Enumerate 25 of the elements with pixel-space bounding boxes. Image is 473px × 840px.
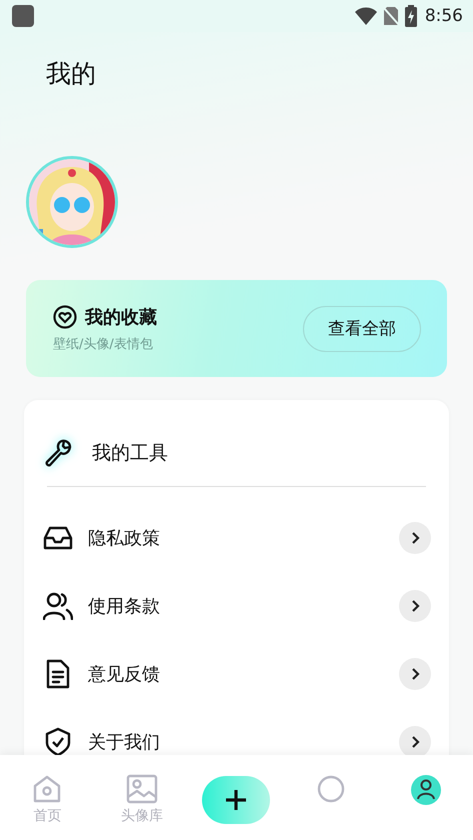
menu-item-label[interactable]: 隐私政策 bbox=[88, 526, 399, 550]
chevron-icon bbox=[399, 522, 431, 554]
chevron-icon bbox=[399, 590, 431, 622]
add-button[interactable] bbox=[202, 776, 270, 824]
status-time: 8:56 bbox=[424, 6, 463, 26]
tools-title: 我的工具 bbox=[92, 441, 168, 466]
no-sim-icon bbox=[382, 6, 399, 26]
chevron-icon bbox=[399, 726, 431, 755]
menu-item-label[interactable]: 意见反馈 bbox=[88, 662, 399, 686]
inbox-icon bbox=[43, 525, 73, 551]
shield-icon bbox=[45, 727, 71, 755]
view-all-button[interactable]: 查看全部 bbox=[303, 306, 421, 352]
users-icon bbox=[43, 592, 73, 620]
favorites-subtitle: 壁纸/头像/表情包 bbox=[53, 336, 154, 352]
plus-icon bbox=[225, 789, 248, 811]
page-title: 我的 bbox=[46, 58, 96, 90]
wifi-icon bbox=[354, 7, 377, 25]
menu-item-label[interactable]: 使用条款 bbox=[88, 594, 399, 618]
favorites-title: 我的收藏 bbox=[85, 306, 157, 328]
battery-icon bbox=[404, 5, 417, 27]
wrench-icon bbox=[43, 438, 73, 468]
menu-item-label[interactable]: 关于我们 bbox=[88, 730, 399, 754]
document-icon bbox=[46, 659, 70, 689]
chevron-icon bbox=[399, 658, 431, 690]
app-notification-icon bbox=[12, 5, 34, 27]
